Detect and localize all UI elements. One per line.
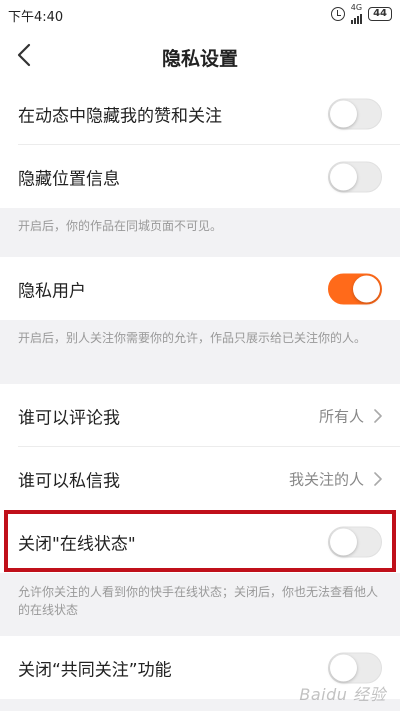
- setting-label: 隐藏位置信息: [18, 169, 120, 189]
- mutual-follow-toggle[interactable]: [328, 652, 382, 683]
- setting-row-who-can-comment[interactable]: 谁可以评论我 所有人: [0, 384, 400, 447]
- hide-location-toggle[interactable]: [328, 161, 382, 192]
- setting-label: 关闭“共同关注”功能: [18, 660, 172, 680]
- watermark: Baidu 经验: [299, 685, 386, 704]
- setting-value: 我关注的人: [288, 470, 364, 488]
- highlight-box: [4, 510, 396, 572]
- setting-row-who-can-message[interactable]: 谁可以私信我 我关注的人: [0, 447, 400, 510]
- setting-row-private-user: 隐私用户: [0, 257, 400, 320]
- status-icons: 4G 44: [330, 4, 392, 24]
- status-time: 下午4:40: [8, 10, 64, 25]
- alarm-icon: [330, 7, 345, 21]
- chevron-right-icon: [374, 471, 382, 486]
- status-bar: 下午4:40 4G 44: [0, 0, 400, 28]
- setting-value: 所有人: [318, 407, 364, 425]
- signal-icon: 4G: [351, 4, 362, 24]
- setting-row-hide-location: 隐藏位置信息: [0, 145, 400, 208]
- setting-label: 谁可以私信我: [18, 471, 120, 491]
- hide-likes-toggle[interactable]: [328, 98, 382, 129]
- private-user-toggle[interactable]: [328, 273, 382, 304]
- network-type: 4G: [350, 3, 363, 12]
- private-user-hint: 开启后，别人关注你需要你的允许，作品只展示给已关注你的人。: [18, 331, 367, 345]
- setting-label: 谁可以评论我: [18, 408, 120, 428]
- setting-label: 隐私用户: [18, 281, 86, 301]
- nav-bar: 隐私设置: [0, 28, 400, 82]
- online-status-hint: 允许你关注的人看到你的快手在线状态；关闭后，你也无法查看他人的在线状态: [18, 585, 379, 617]
- chevron-right-icon: [374, 408, 382, 423]
- battery-icon: 44: [368, 7, 392, 21]
- setting-label: 在动态中隐藏我的赞和关注: [18, 106, 222, 126]
- hide-location-hint: 开启后，你的作品在同城页面不可见。: [18, 219, 223, 233]
- page-title: 隐私设置: [161, 48, 238, 70]
- setting-row-hide-likes: 在动态中隐藏我的赞和关注: [0, 82, 400, 145]
